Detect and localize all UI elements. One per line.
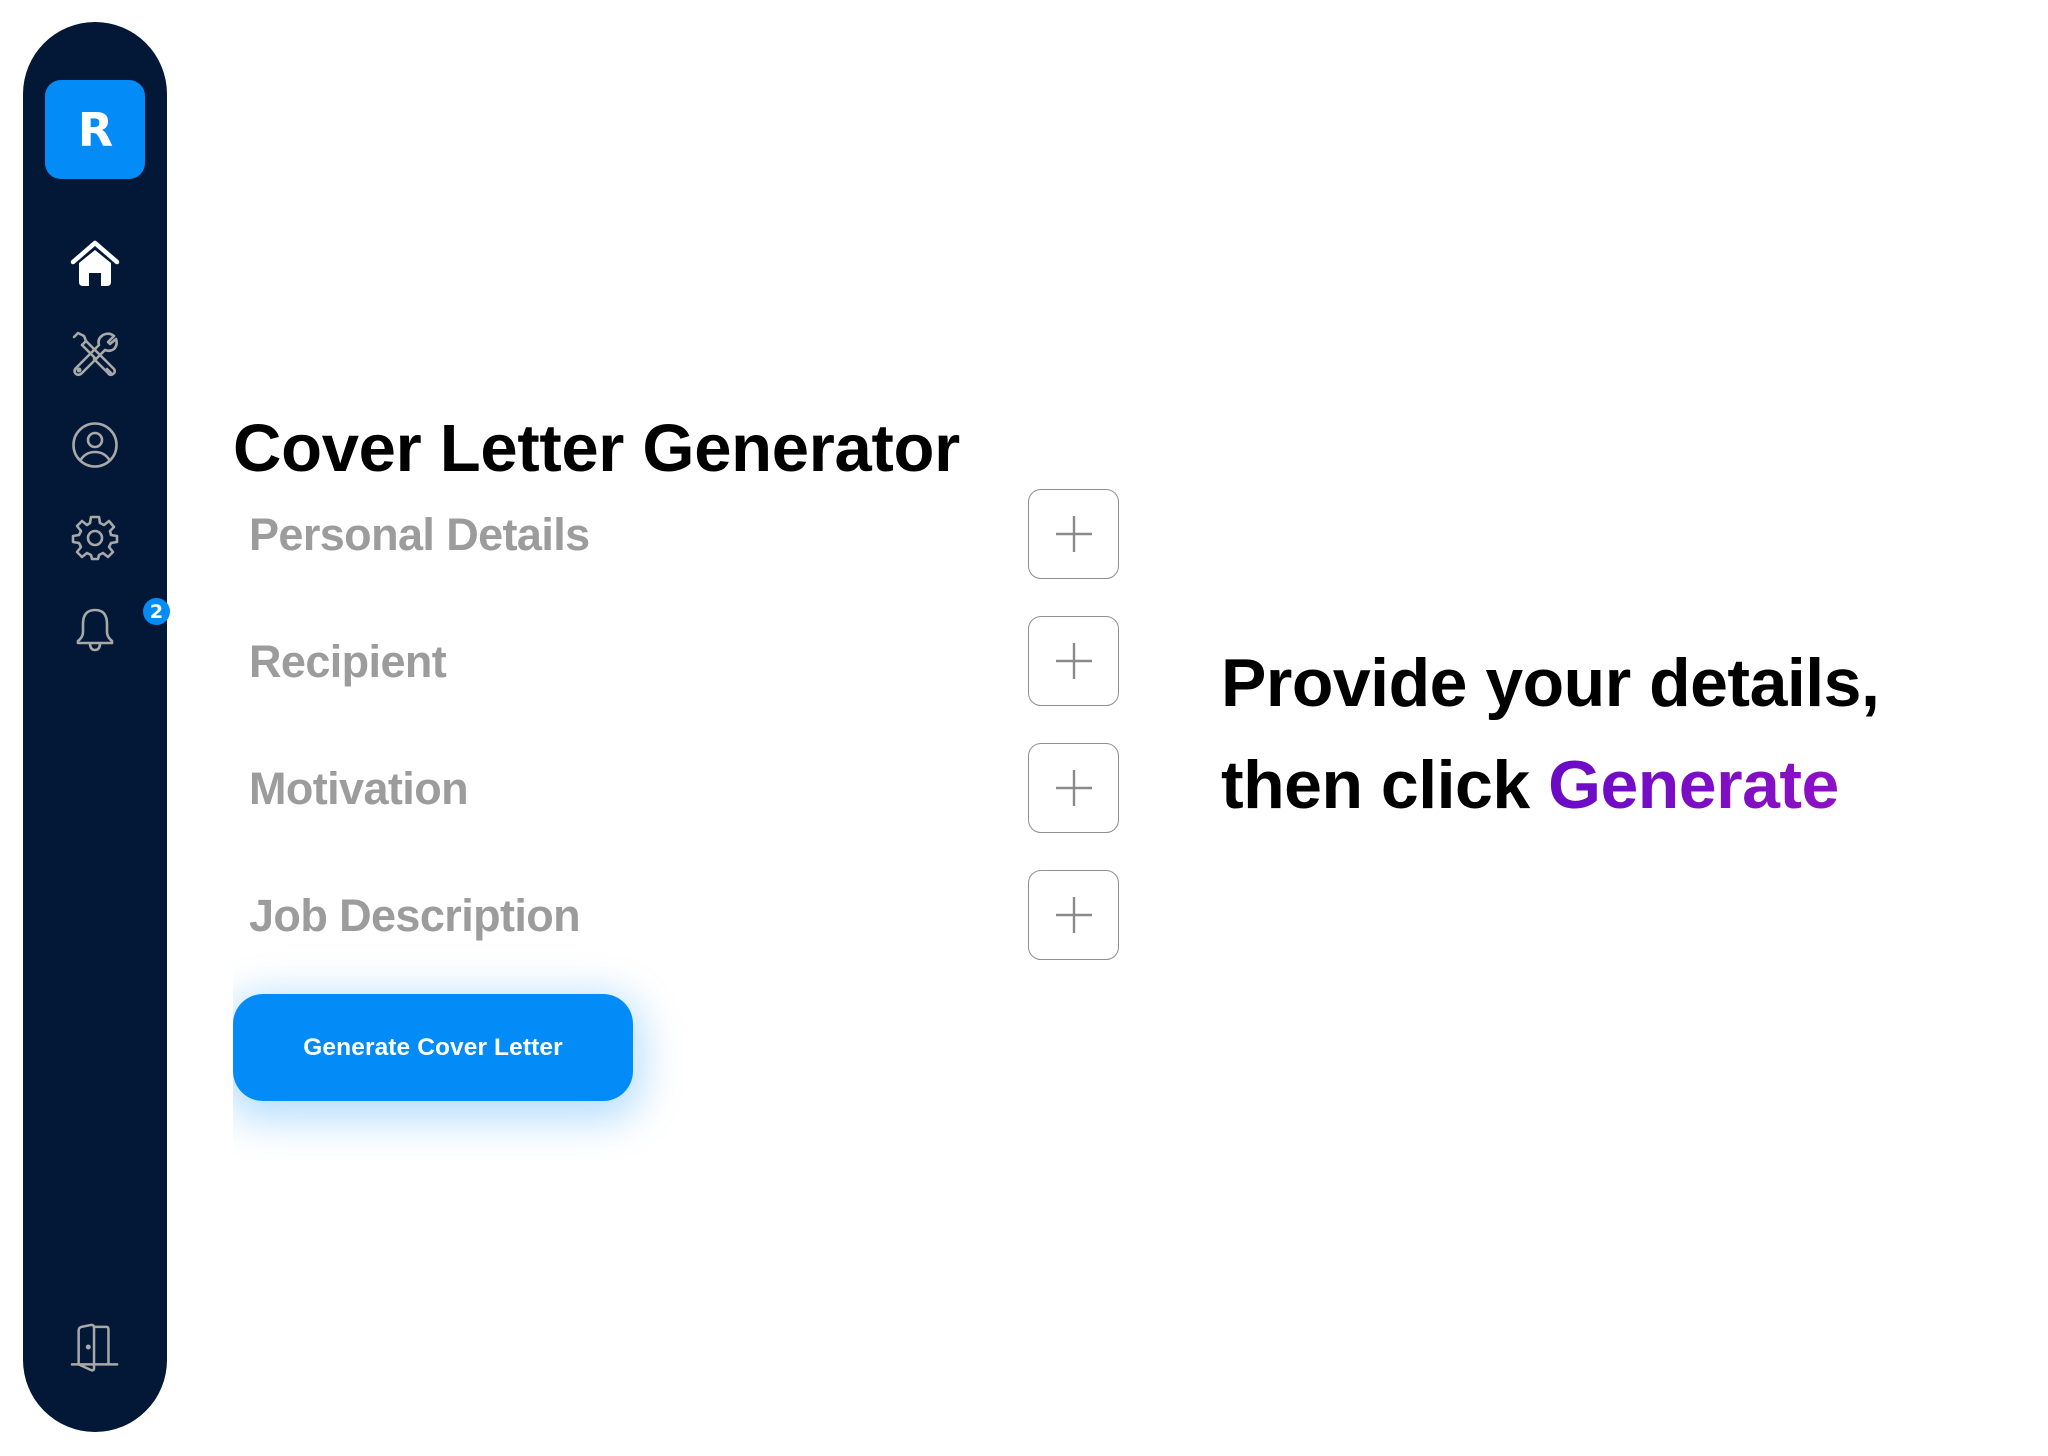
- add-recipient-button[interactable]: [1028, 616, 1119, 706]
- bell-icon: [76, 608, 114, 652]
- plus-icon: [1055, 516, 1092, 552]
- generate-button-container: Generate Cover Letter: [233, 940, 713, 1160]
- notification-badge: 2: [143, 598, 170, 625]
- instruction-line-1: Provide your details,: [1221, 645, 1880, 721]
- sidebar-item-home[interactable]: [70, 239, 120, 289]
- plus-icon: [1055, 643, 1092, 679]
- sidebar-item-tools[interactable]: [70, 329, 120, 379]
- section-label: Personal Details: [249, 509, 590, 560]
- gear-icon: [71, 515, 119, 561]
- section-label: Job Description: [249, 890, 581, 941]
- logo-letter: R: [77, 102, 113, 157]
- sidebar-item-profile[interactable]: [70, 420, 120, 470]
- section-label: Recipient: [249, 636, 447, 687]
- add-personal-details-button[interactable]: [1028, 489, 1119, 579]
- instruction-line-2: then click Generate: [1221, 734, 1879, 836]
- plus-icon: [1055, 770, 1092, 806]
- section-label: Motivation: [249, 763, 469, 814]
- instruction-accent-word: Generate: [1548, 747, 1839, 823]
- user-circle-icon: [72, 422, 118, 468]
- page-title: Cover Letter Generator: [233, 410, 960, 486]
- sidebar: R 2: [23, 22, 170, 1432]
- add-job-description-button[interactable]: [1028, 870, 1119, 960]
- door-icon: [70, 1323, 119, 1372]
- plus-icon: [1055, 897, 1092, 933]
- home-icon: [70, 240, 120, 286]
- section-recipient: Recipient: [249, 616, 1129, 708]
- section-motivation: Motivation: [249, 743, 1129, 835]
- sidebar-item-settings[interactable]: [70, 512, 120, 562]
- generate-cover-letter-button[interactable]: Generate Cover Letter: [233, 994, 633, 1101]
- instruction-text: Provide your details, then click Generat…: [1221, 632, 1880, 836]
- app-logo[interactable]: R: [45, 80, 145, 179]
- tools-icon: [72, 331, 118, 377]
- sidebar-item-logout[interactable]: [70, 1323, 120, 1373]
- instruction-prefix: then click: [1221, 747, 1549, 823]
- section-personal-details: Personal Details: [249, 489, 1129, 581]
- sidebar-item-notifications[interactable]: 2: [70, 598, 170, 655]
- add-motivation-button[interactable]: [1028, 743, 1119, 833]
